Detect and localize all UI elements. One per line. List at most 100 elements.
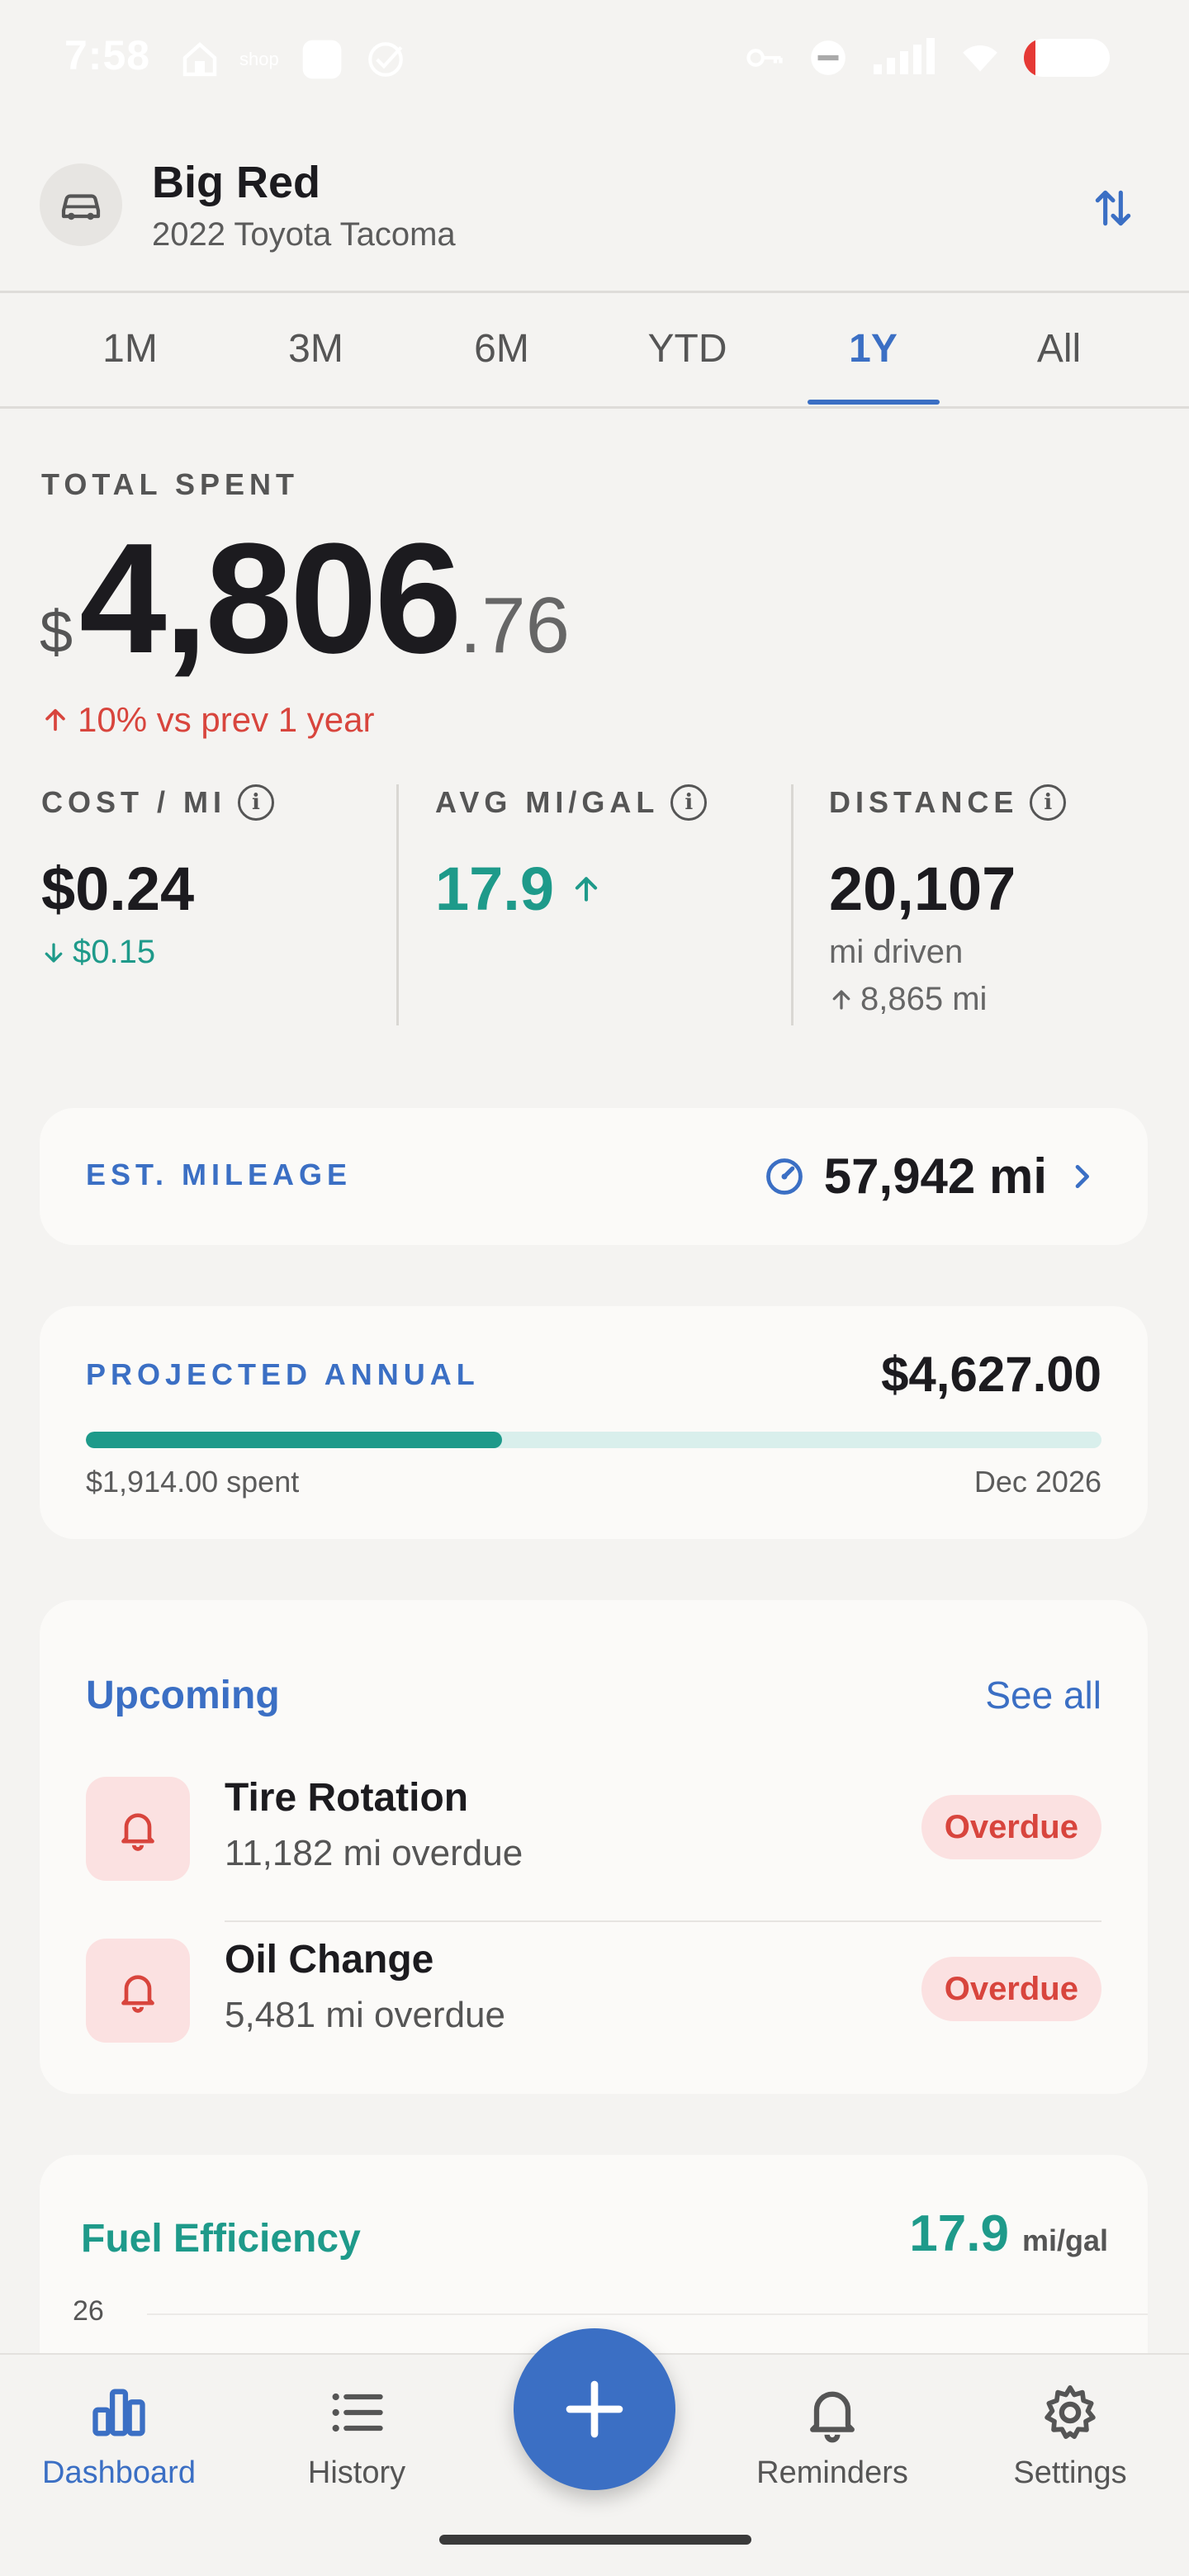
avg-mpg-value: 17.9 bbox=[435, 855, 555, 923]
status-time: 7:58 bbox=[64, 32, 151, 78]
info-icon[interactable]: i bbox=[238, 784, 274, 821]
cost-per-mile-value: $0.24 bbox=[41, 855, 195, 923]
cost-per-mile-change: $0.15 bbox=[73, 934, 156, 970]
reminder-subtitle: 11,182 mi overdue bbox=[225, 1833, 523, 1873]
cost-per-mile-label: COST / MI bbox=[41, 785, 226, 819]
nav-history-label: History bbox=[307, 2455, 406, 2490]
tab-ytd[interactable]: YTD bbox=[594, 293, 780, 405]
bar-chart-icon bbox=[92, 2389, 145, 2436]
tab-1y[interactable]: 1Y bbox=[780, 293, 966, 405]
total-spent-label: TOTAL SPENT bbox=[41, 467, 300, 501]
fuel-efficiency-value: 17.9 bbox=[909, 2205, 1009, 2262]
chevron-right-icon bbox=[1075, 1164, 1089, 1188]
nav-reminders[interactable]: Reminders bbox=[725, 2381, 940, 2491]
chart-grid-line bbox=[147, 2313, 1148, 2315]
stat-cost-per-mile: COST / MI i $0.24 $0.15 bbox=[41, 784, 405, 1024]
home-indicator[interactable] bbox=[439, 2535, 751, 2545]
nav-dashboard-label: Dashboard bbox=[42, 2455, 196, 2490]
vehicle-header: Big Red 2022 Toyota Tacoma bbox=[0, 140, 1189, 291]
tab-6m[interactable]: 6M bbox=[409, 293, 594, 405]
nav-settings[interactable]: Settings bbox=[963, 2381, 1177, 2491]
arrow-down-icon bbox=[45, 942, 63, 963]
distance-value: 20,107 bbox=[829, 855, 1016, 923]
signal-icon bbox=[874, 38, 935, 74]
upcoming-card: Upcoming See all Tire Rotation 11,182 mi… bbox=[40, 1600, 1148, 2094]
status-badge: Overdue bbox=[921, 1957, 1101, 2021]
add-entry-button[interactable] bbox=[514, 2328, 675, 2490]
distance-label: DISTANCE bbox=[829, 785, 1019, 819]
avg-mpg-label: AVG MI/GAL bbox=[435, 785, 660, 819]
list-icon bbox=[332, 2393, 383, 2432]
vehicle-avatar[interactable] bbox=[40, 163, 122, 246]
shop-icon: shop bbox=[239, 49, 279, 69]
est-mileage-card[interactable]: EST. MILEAGE 57,942 mi bbox=[40, 1108, 1148, 1245]
arrow-up-icon bbox=[575, 876, 598, 902]
speedometer-icon bbox=[765, 1158, 803, 1195]
nav-dashboard[interactable]: Dashboard bbox=[12, 2381, 226, 2491]
est-mileage-value: 57,942 mi bbox=[823, 1148, 1047, 1204]
stat-divider bbox=[791, 784, 793, 1025]
reminder-title: Tire Rotation bbox=[225, 1776, 469, 1820]
check-circle-icon bbox=[367, 42, 403, 77]
do-not-disturb-icon bbox=[811, 40, 846, 75]
gear-icon bbox=[1045, 2385, 1096, 2439]
bell-icon bbox=[121, 1975, 154, 2013]
projected-annual-value: $4,627.00 bbox=[881, 1347, 1101, 1402]
projected-date: Dec 2026 bbox=[973, 1465, 1101, 1499]
wifi-icon bbox=[963, 45, 997, 72]
plus-icon bbox=[566, 2380, 623, 2438]
car-icon bbox=[61, 194, 101, 220]
projected-progress-fill bbox=[86, 1432, 503, 1448]
status-bar: 7:58 shop bbox=[0, 0, 1189, 116]
stat-avg-mpg: AVG MI/GAL i 17.9 bbox=[435, 784, 798, 1024]
bell-icon bbox=[121, 1813, 154, 1851]
list-item[interactable]: Tire Rotation 11,182 mi overdue Overdue bbox=[86, 1760, 1101, 1922]
trend-text: 10% vs prev 1 year bbox=[78, 700, 375, 739]
stats-row: COST / MI i $0.24 $0.15 AVG MI/GAL i 17.… bbox=[0, 784, 1189, 1032]
key-icon bbox=[746, 49, 783, 67]
see-all-link[interactable]: See all bbox=[985, 1673, 1101, 1717]
total-spent-amount: $ 4,806 .76 bbox=[40, 520, 570, 677]
vehicle-model[interactable]: 2022 Toyota Tacoma bbox=[152, 216, 456, 253]
tabs-divider bbox=[0, 406, 1189, 409]
status-badge: Overdue bbox=[921, 1795, 1101, 1859]
reminder-title: Oil Change bbox=[225, 1938, 434, 1982]
y-axis-tick: 26 bbox=[73, 2295, 104, 2327]
distance-change: 8,865 mi bbox=[860, 981, 988, 1017]
upcoming-title: Upcoming bbox=[86, 1674, 280, 1717]
arrow-up-icon bbox=[832, 989, 850, 1010]
stat-divider bbox=[396, 784, 399, 1025]
switch-vehicle-button[interactable] bbox=[1087, 182, 1139, 234]
total-spent-cents: .76 bbox=[459, 581, 570, 670]
tab-3m[interactable]: 3M bbox=[223, 293, 409, 405]
total-spent-whole: 4,806 bbox=[79, 511, 462, 686]
projected-spent: $1,914.00 spent bbox=[86, 1465, 300, 1499]
vehicle-name[interactable]: Big Red bbox=[152, 157, 320, 208]
swap-vertical-icon bbox=[1095, 190, 1131, 226]
est-mileage-label: EST. MILEAGE bbox=[86, 1158, 353, 1191]
fuel-efficiency-title: Fuel Efficiency bbox=[81, 2217, 361, 2261]
nav-settings-label: Settings bbox=[1013, 2455, 1127, 2490]
fuel-efficiency-unit: mi/gal bbox=[1021, 2223, 1108, 2257]
projected-annual-card: PROJECTED ANNUAL $4,627.00 $1,914.00 spe… bbox=[40, 1306, 1148, 1539]
info-icon[interactable]: i bbox=[670, 784, 708, 821]
home-icon bbox=[182, 42, 217, 77]
info-icon[interactable]: i bbox=[1030, 784, 1067, 821]
battery-icon bbox=[1024, 39, 1110, 77]
app-icon bbox=[302, 40, 342, 79]
projected-annual-label: PROJECTED ANNUAL bbox=[86, 1357, 480, 1391]
distance-unit: mi driven bbox=[829, 934, 964, 970]
arrow-up-icon bbox=[45, 708, 65, 732]
period-tabs: 1M 3M 6M YTD 1Y All bbox=[0, 293, 1189, 405]
nav-reminders-label: Reminders bbox=[756, 2455, 908, 2490]
projected-progress-bar bbox=[86, 1432, 1101, 1448]
reminder-subtitle: 5,481 mi overdue bbox=[225, 1995, 505, 2035]
stat-distance: DISTANCE i 20,107 mi driven 8,865 mi bbox=[829, 784, 1189, 1024]
bell-icon bbox=[810, 2391, 855, 2443]
tab-1m[interactable]: 1M bbox=[37, 293, 223, 405]
nav-history[interactable]: History bbox=[249, 2381, 464, 2491]
tab-all[interactable]: All bbox=[966, 293, 1152, 405]
currency-symbol: $ bbox=[40, 599, 73, 665]
total-spent-trend: 10% vs prev 1 year bbox=[41, 700, 375, 740]
list-item[interactable]: Oil Change 5,481 mi overdue Overdue bbox=[86, 1922, 1101, 2084]
